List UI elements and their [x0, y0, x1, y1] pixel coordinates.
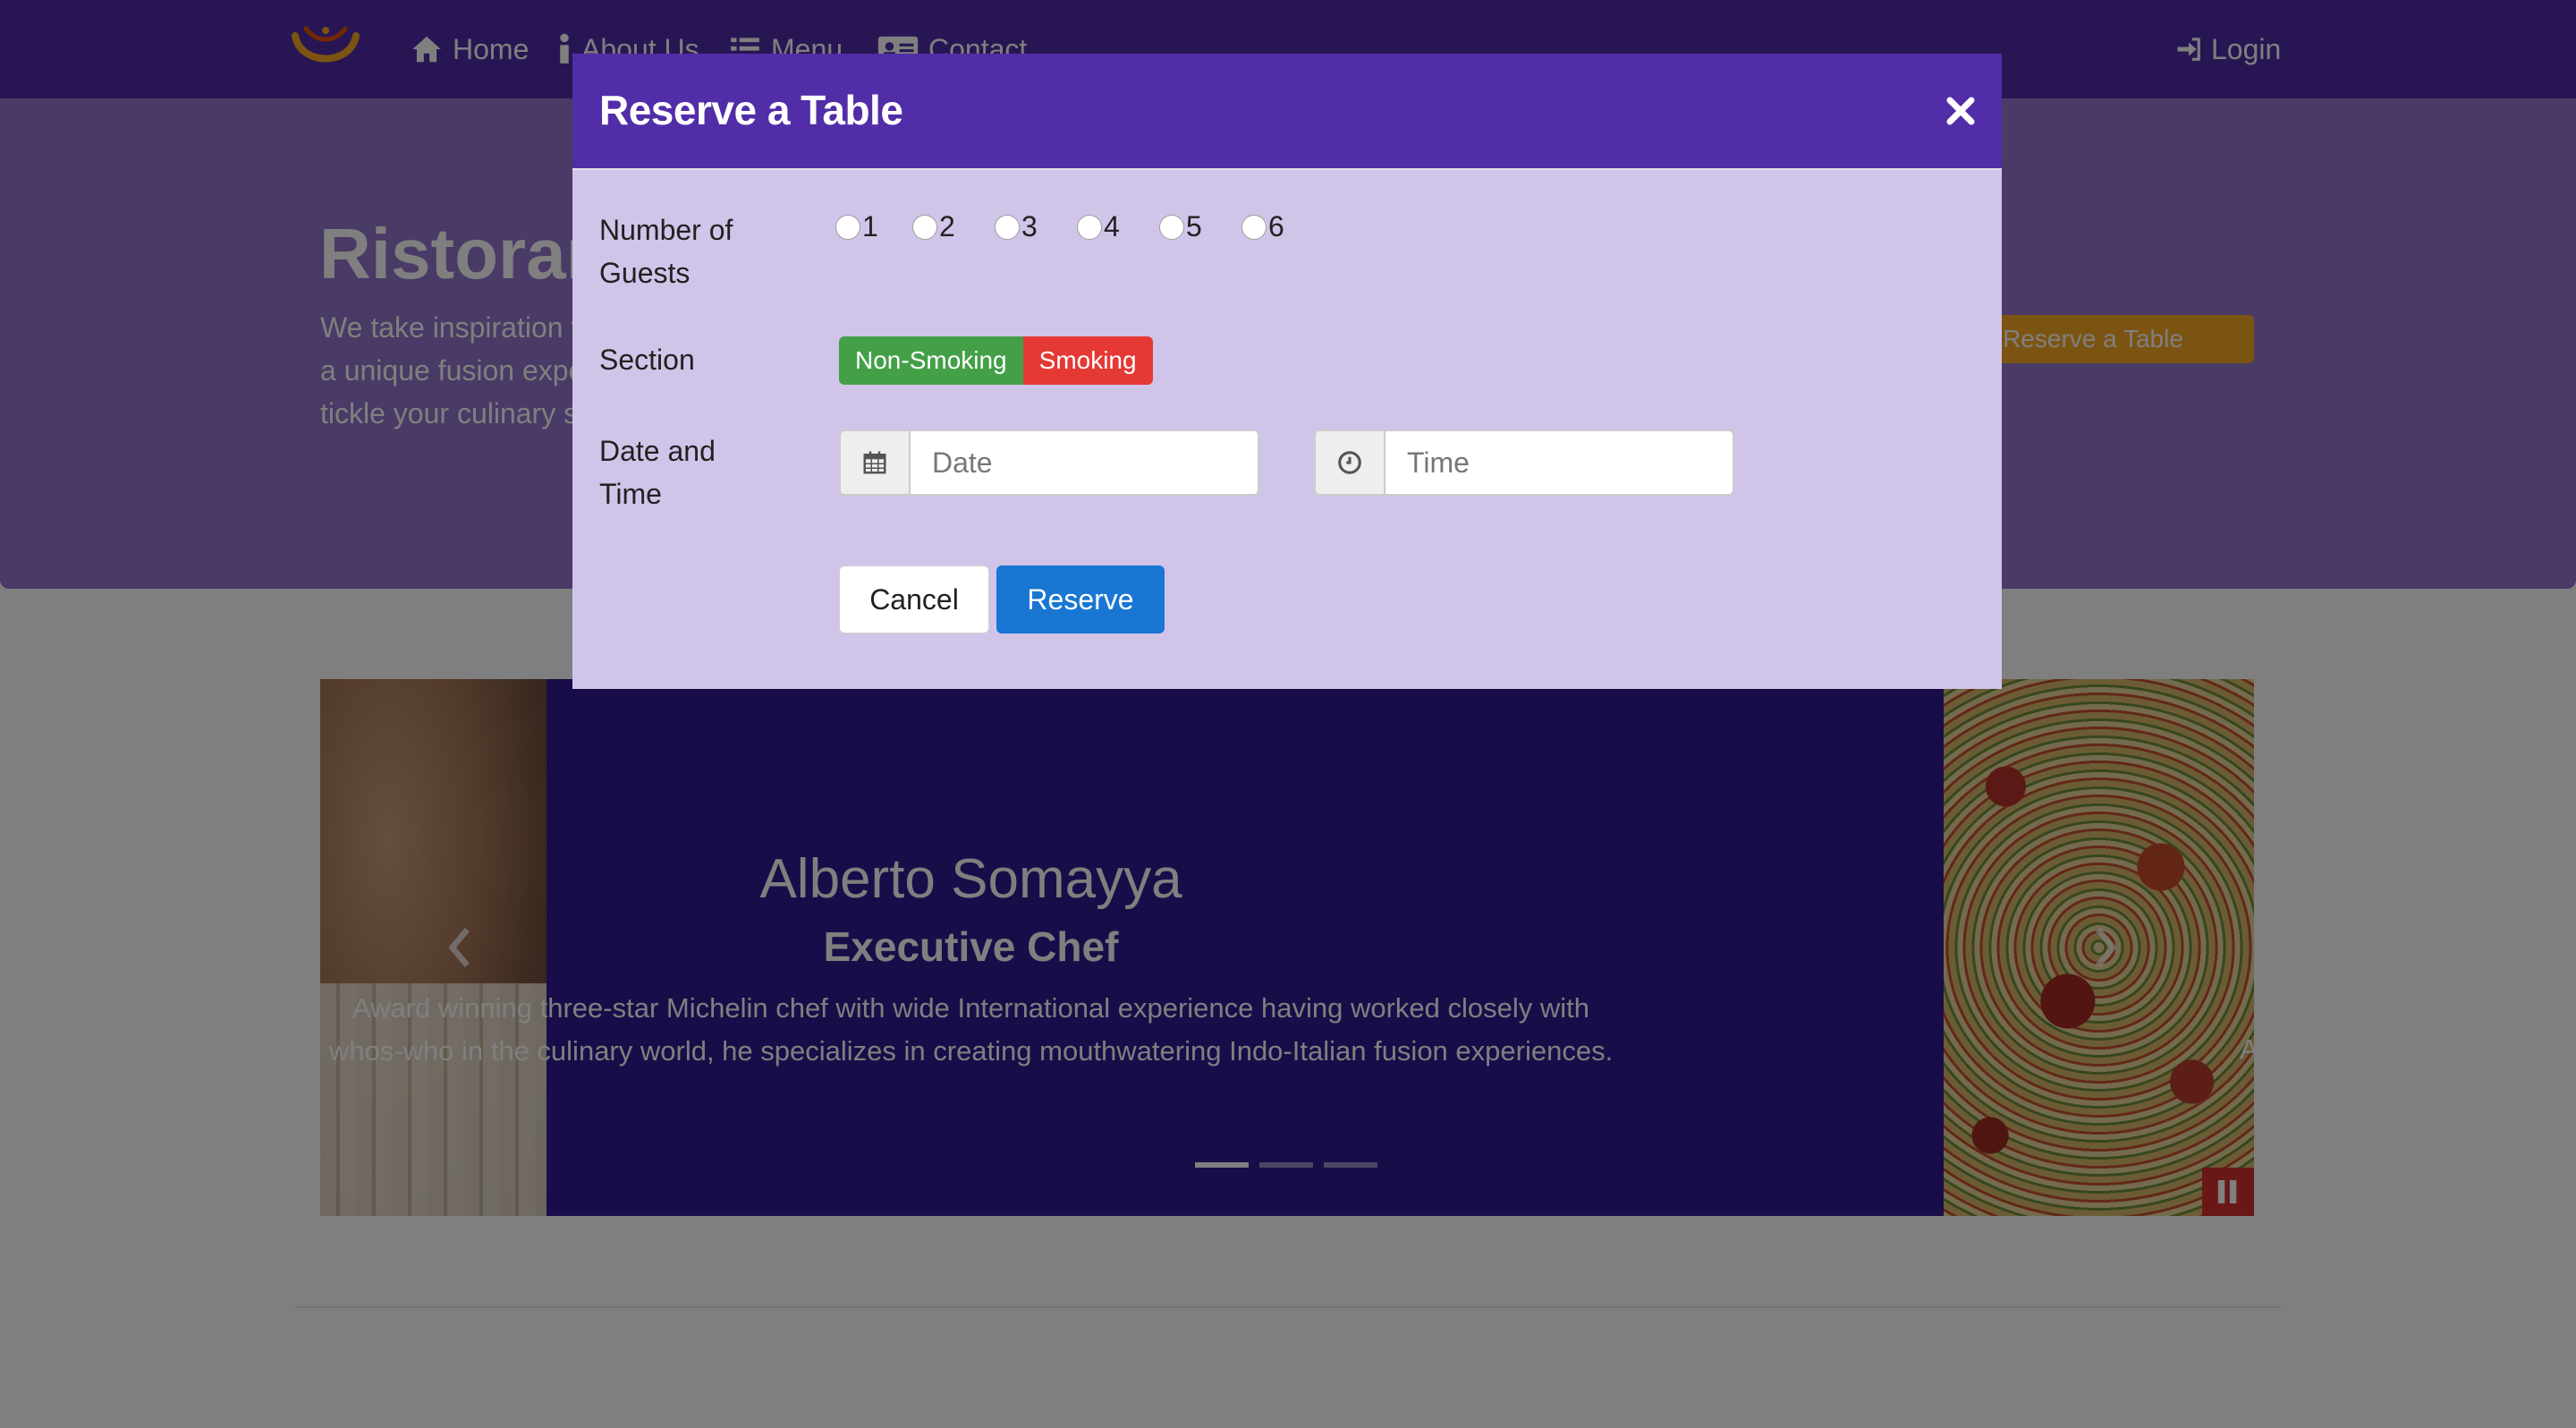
time-input[interactable]	[1384, 429, 1734, 496]
guest-option-4[interactable]: 4	[1077, 210, 1120, 243]
reserve-table-modal: Reserve a Table Number of Guests 1 2 3 4…	[572, 54, 2002, 689]
close-icon[interactable]	[1943, 93, 1979, 129]
guest-option-label: 6	[1268, 210, 1284, 242]
section-label: Section	[599, 344, 695, 376]
calendar-icon	[839, 429, 909, 496]
guest-option-3[interactable]: 3	[995, 210, 1038, 243]
guests-label: Number of Guests	[599, 214, 733, 289]
radio-button[interactable]	[912, 214, 937, 240]
date-input[interactable]	[909, 429, 1259, 496]
date-input-group	[839, 429, 1259, 496]
non-smoking-button[interactable]: Non-Smoking	[839, 336, 1023, 385]
clock-icon	[1314, 429, 1384, 496]
time-input-group	[1314, 429, 1734, 496]
guest-option-5[interactable]: 5	[1159, 210, 1202, 243]
modal-title: Reserve a Table	[599, 87, 903, 133]
radio-button[interactable]	[1241, 214, 1267, 240]
section-toggle: Non-Smoking Smoking	[839, 336, 1153, 385]
guest-option-1[interactable]: 1	[835, 210, 878, 243]
radio-button[interactable]	[995, 214, 1020, 240]
radio-button[interactable]	[835, 214, 860, 240]
reserve-button[interactable]: Reserve	[996, 565, 1165, 633]
radio-button[interactable]	[1159, 214, 1184, 240]
cancel-button[interactable]: Cancel	[839, 565, 989, 633]
guest-option-label: 4	[1104, 210, 1120, 242]
smoking-button[interactable]: Smoking	[1022, 336, 1153, 385]
guest-option-2[interactable]: 2	[912, 210, 955, 243]
modal-header: Reserve a Table	[572, 54, 2002, 170]
guest-option-label: 5	[1186, 210, 1202, 242]
radio-button[interactable]	[1077, 214, 1102, 240]
guest-option-label: 3	[1021, 210, 1038, 242]
page-background: Home About Us Menu Contact Login	[0, 0, 2576, 1428]
guest-option-label: 2	[939, 210, 955, 242]
guest-option-6[interactable]: 6	[1241, 210, 1284, 243]
guest-option-label: 1	[862, 210, 878, 242]
datetime-label: Date and Time	[599, 435, 716, 510]
